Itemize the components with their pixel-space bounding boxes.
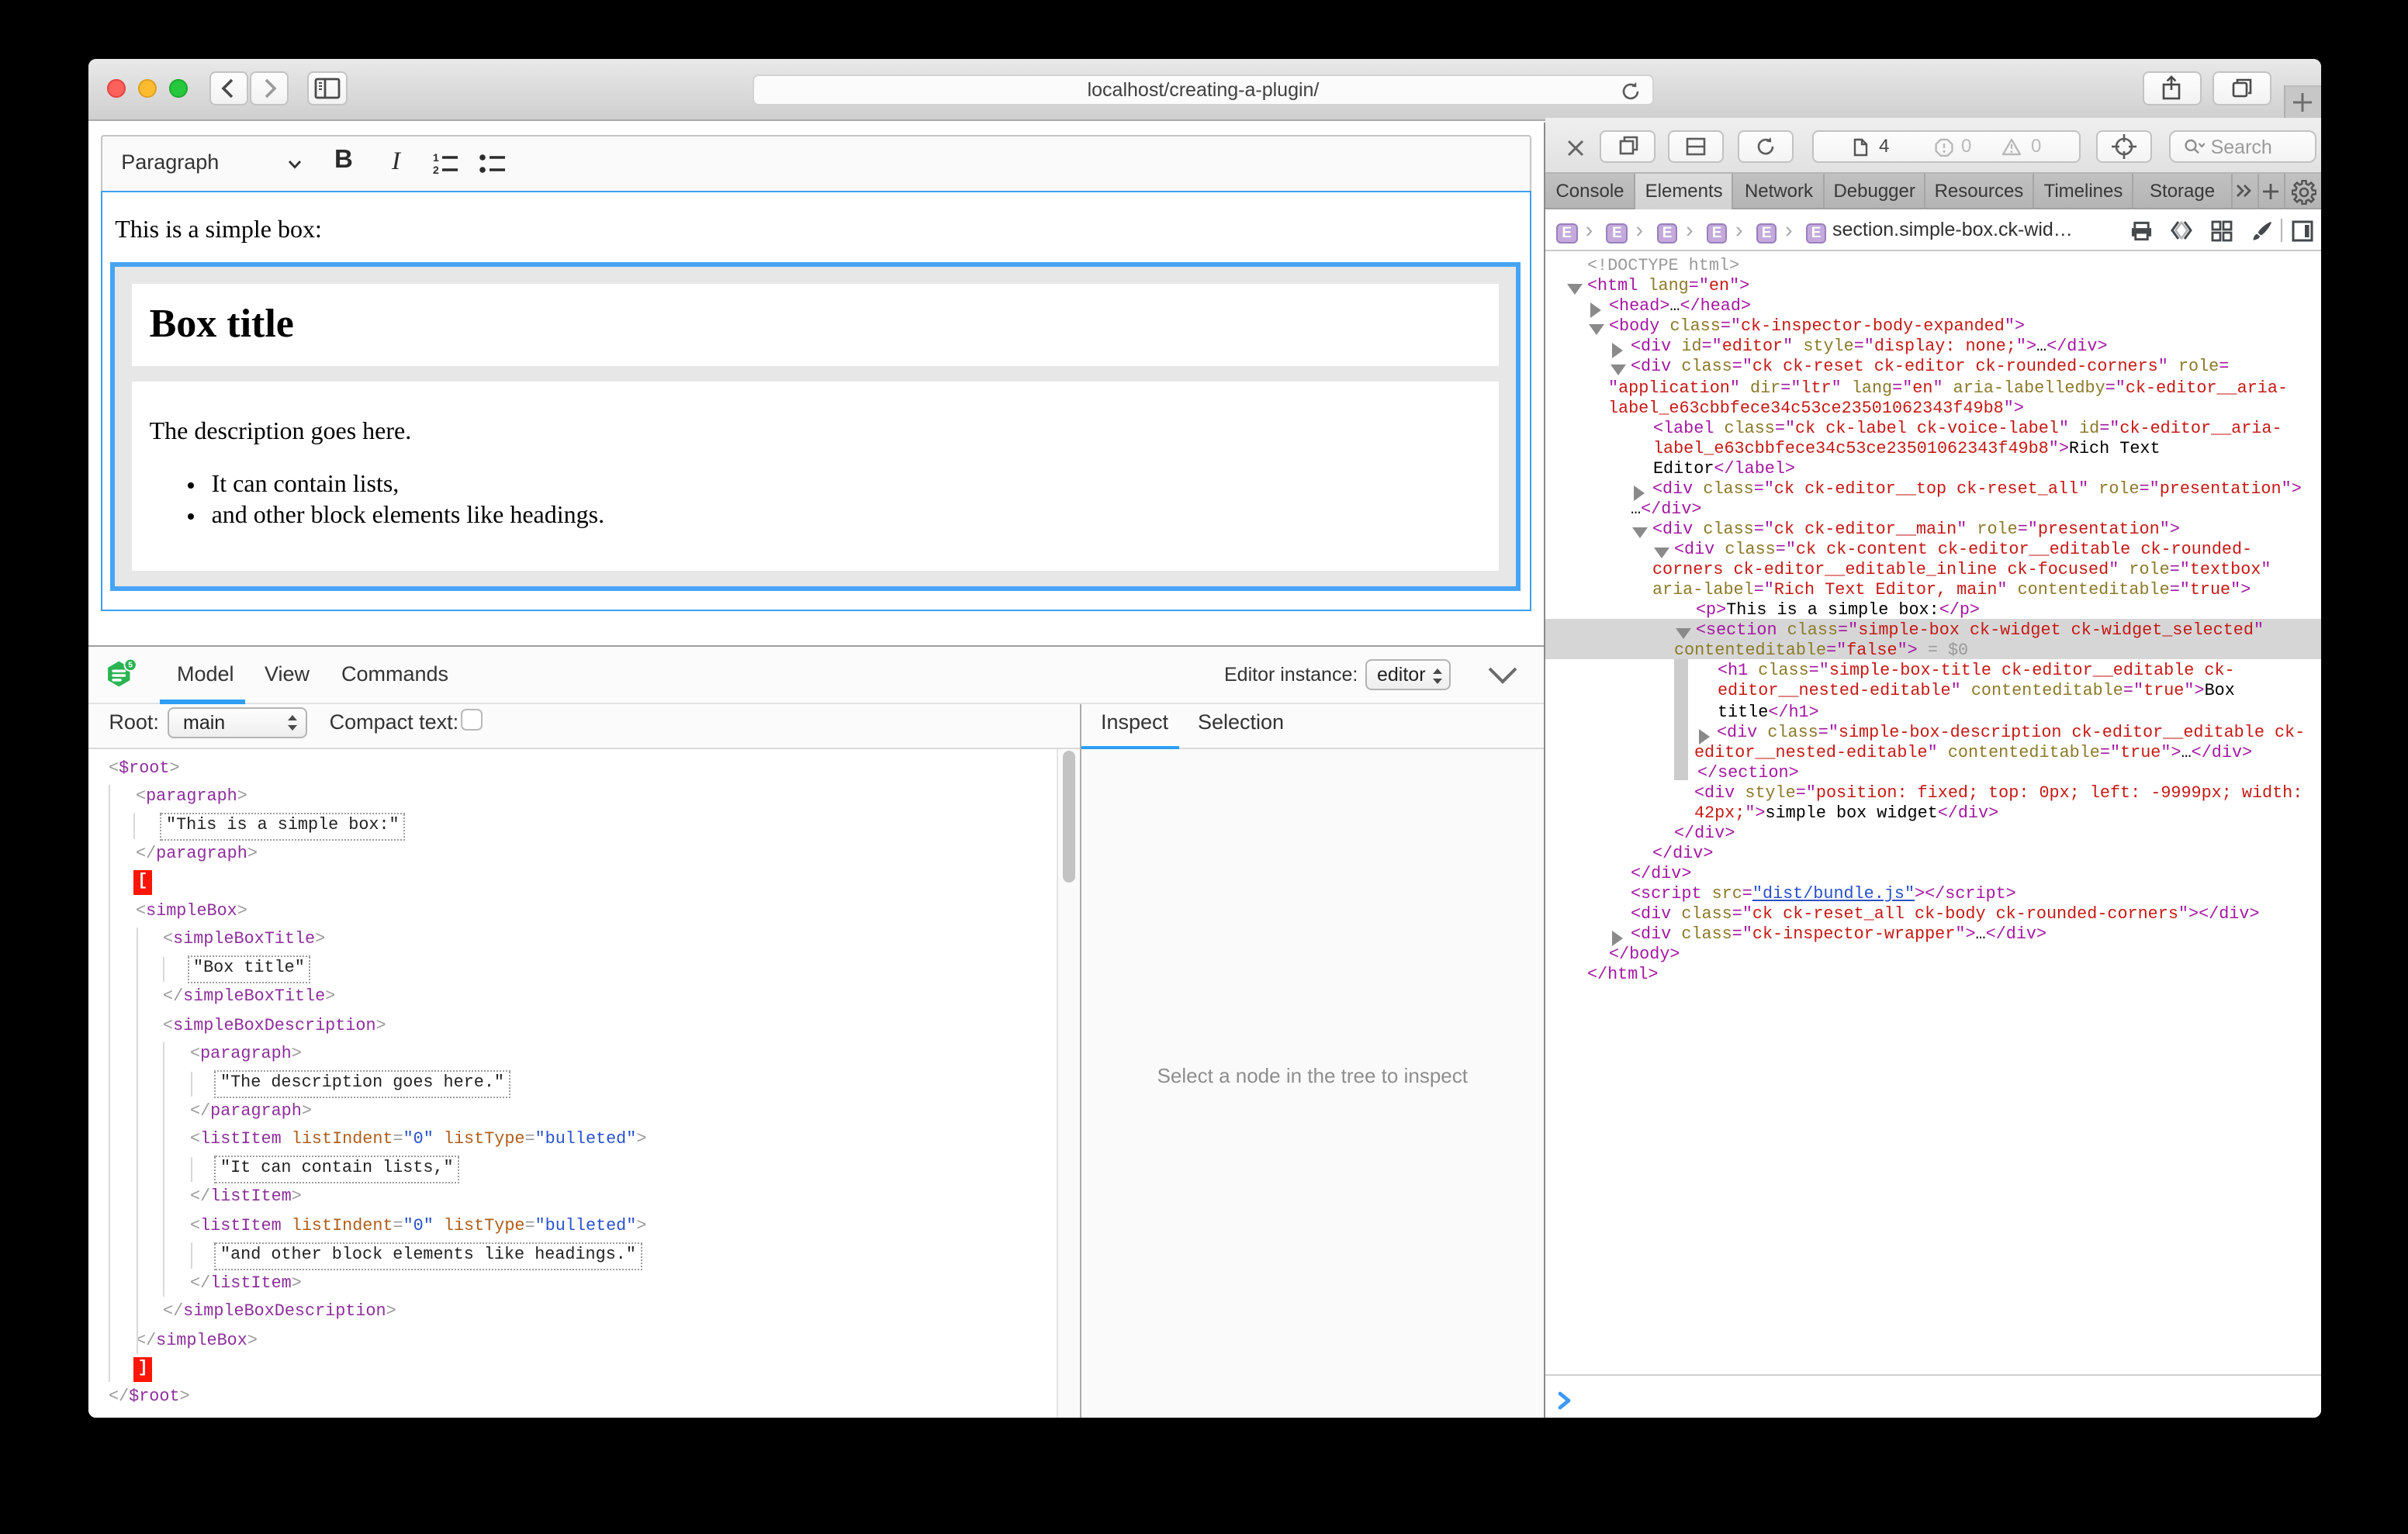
svg-text:5: 5 [129, 662, 133, 670]
svg-text:1: 1 [433, 151, 439, 164]
svg-text:2: 2 [433, 164, 439, 176]
